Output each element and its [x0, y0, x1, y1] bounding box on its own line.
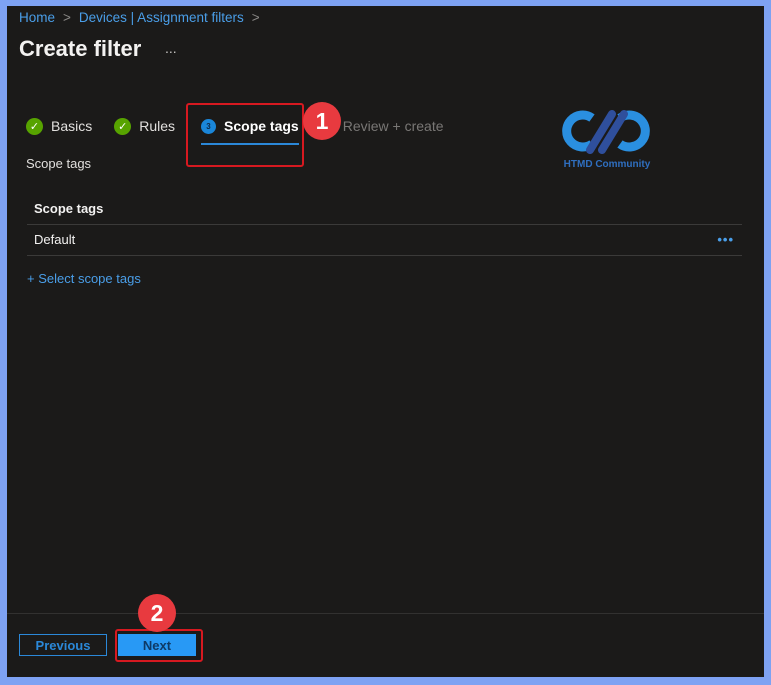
htmd-logo-icon: [562, 110, 650, 154]
tab-review-create[interactable]: Review + create: [343, 116, 444, 136]
column-header-scope-tags: Scope tags: [27, 194, 742, 225]
page-title: Create filter: [19, 36, 142, 61]
row-more-options-icon[interactable]: •••: [717, 225, 734, 255]
select-scope-tags-link[interactable]: + Select scope tags: [27, 271, 141, 286]
create-filter-page: Home > Devices | Assignment filters > Cr…: [7, 6, 764, 677]
chevron-right-icon: >: [63, 10, 71, 25]
check-icon: ✓: [114, 117, 132, 135]
table-row: Default •••: [27, 225, 742, 256]
scope-tags-table: Scope tags Default •••: [27, 194, 742, 256]
breadcrumb: Home > Devices | Assignment filters >: [19, 10, 260, 25]
tab-basics[interactable]: ✓ Basics: [26, 116, 92, 136]
tab-label: Review + create: [342, 118, 444, 134]
breadcrumb-assignment-filters[interactable]: Devices | Assignment filters: [79, 10, 244, 25]
scope-tag-name: Default: [34, 232, 76, 247]
tab-label: Rules: [139, 118, 176, 134]
footer-divider: [7, 613, 764, 614]
annotation-badge-1: 1: [303, 102, 341, 140]
breadcrumb-home[interactable]: Home: [19, 10, 55, 25]
tab-label: Basics: [51, 118, 93, 134]
annotation-badge-2: 2: [138, 594, 176, 632]
chevron-right-icon: >: [251, 10, 260, 25]
check-icon: ✓: [26, 117, 43, 135]
logo-text: HTMD Community: [563, 159, 651, 170]
tab-rules[interactable]: ✓ Rules: [114, 116, 175, 136]
highlight-box-next: [115, 629, 203, 662]
more-options-icon[interactable]: ...: [165, 40, 177, 56]
highlight-box-scope-tags: [186, 103, 304, 167]
previous-button[interactable]: Previous: [19, 634, 107, 656]
section-label: Scope tags: [26, 156, 92, 171]
htmd-community-logo: HTMD Community: [557, 106, 657, 170]
